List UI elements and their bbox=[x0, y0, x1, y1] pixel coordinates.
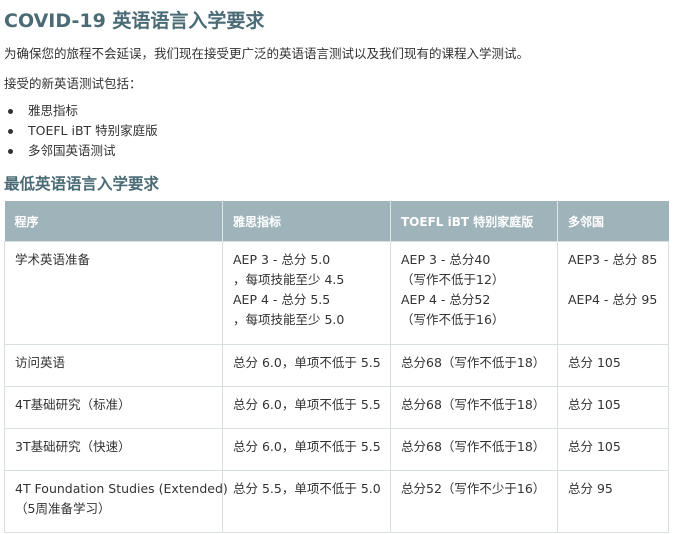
cell-text: AEP 3 - 总分40 bbox=[401, 252, 491, 267]
section-heading: 最低英语语言入学要求 bbox=[4, 175, 160, 193]
cell-text: 4T Foundation Studies (Extended) bbox=[15, 481, 228, 496]
ielts-cell: 总分 5.5，单项不低于 5.0 bbox=[222, 470, 391, 533]
header-ielts: 雅思指标 bbox=[222, 201, 391, 242]
duolingo-cell: AEP3 - 总分 85 AEP4 - 总分 95 bbox=[557, 241, 669, 345]
bullet-icon bbox=[8, 129, 13, 134]
cell-spacer bbox=[568, 270, 658, 290]
ielts-cell: AEP 3 - 总分 5.0 ，每项技能至少 4.5 AEP 4 - 总分 5.… bbox=[222, 241, 391, 345]
table-row: 访问英语 总分 6.0，单项不低于 5.5 总分68（写作不低于18） 总分 1… bbox=[4, 344, 669, 387]
cell-text: 总分68（写作不低于18） bbox=[401, 439, 546, 454]
test-name: TOEFL iBT 特别家庭版 bbox=[28, 123, 158, 138]
cell-text: ，每项技能至少 4.5 bbox=[233, 272, 345, 287]
table-header-row: 程序 雅思指标 TOEFL iBT 特别家庭版 多邻国 bbox=[4, 201, 669, 242]
cell-text: AEP 3 - 总分 5.0 bbox=[233, 252, 331, 267]
cell-text: AEP 4 - 总分 5.5 bbox=[233, 292, 331, 307]
program-cell: 3T基础研究（快速） bbox=[4, 428, 223, 471]
toefl-cell: AEP 3 - 总分40 （写作不低于12） AEP 4 - 总分52 （写作不… bbox=[390, 241, 558, 345]
duolingo-cell: 总分 95 bbox=[557, 470, 669, 533]
header-duolingo: 多邻国 bbox=[557, 201, 669, 242]
program-cell: 4T Foundation Studies (Extended) （5周准备学习… bbox=[4, 470, 228, 533]
cell-text: 4T基础研究（标准） bbox=[15, 397, 131, 412]
cell-text: 总分 105 bbox=[568, 355, 621, 370]
table-row: 3T基础研究（快速） 总分 6.0，单项不低于 5.5 总分68（写作不低于18… bbox=[4, 428, 669, 471]
cell-text: ，每项技能至少 5.0 bbox=[233, 312, 345, 327]
list-item: 多邻国英语测试 bbox=[4, 141, 158, 161]
toefl-cell: 总分68（写作不低于18） bbox=[390, 428, 558, 471]
intro-text: 为确保您的旅程不会延误，我们现在接受更广泛的英语语言测试以及我们现有的课程入学测… bbox=[4, 46, 530, 61]
cell-text: 3T基础研究（快速） bbox=[15, 439, 131, 454]
cell-text: 总分 6.0，单项不低于 5.5 bbox=[233, 397, 381, 412]
cell-text: AEP4 - 总分 95 bbox=[568, 292, 658, 307]
bullet-icon bbox=[8, 109, 13, 114]
duolingo-cell: 总分 105 bbox=[557, 344, 669, 387]
program-cell: 学术英语准备 bbox=[4, 241, 223, 345]
program-cell: 访问英语 bbox=[4, 344, 223, 387]
duolingo-cell: 总分 105 bbox=[557, 386, 669, 429]
accepted-tests-list: 雅思指标 TOEFL iBT 特别家庭版 多邻国英语测试 bbox=[4, 101, 158, 161]
test-name: 多邻国英语测试 bbox=[28, 143, 116, 158]
cell-text: 总分 5.5，单项不低于 5.0 bbox=[233, 481, 381, 496]
page-title: COVID-19 英语语言入学要求 bbox=[4, 10, 265, 32]
cell-text: 总分 105 bbox=[568, 397, 621, 412]
test-name: 雅思指标 bbox=[28, 103, 79, 118]
table-row: 4T基础研究（标准） 总分 6.0，单项不低于 5.5 总分68（写作不低于18… bbox=[4, 386, 669, 429]
cell-text: 总分 95 bbox=[568, 481, 613, 496]
list-item: TOEFL iBT 特别家庭版 bbox=[4, 121, 158, 141]
cell-text: 总分 105 bbox=[568, 439, 621, 454]
requirements-table: 程序 雅思指标 TOEFL iBT 特别家庭版 多邻国 学术英语准备 AEP 3… bbox=[4, 201, 669, 533]
bullet-icon bbox=[8, 149, 13, 154]
cell-text: （5周准备学习） bbox=[15, 501, 111, 516]
cell-text: 总分68（写作不低于18） bbox=[401, 397, 546, 412]
duolingo-cell: 总分 105 bbox=[557, 428, 669, 471]
cell-text: （写作不低于12） bbox=[401, 272, 505, 287]
toefl-cell: 总分68（写作不低于18） bbox=[390, 386, 558, 429]
table-row: 4T Foundation Studies (Extended) （5周准备学习… bbox=[4, 470, 669, 533]
accepted-tests-label: 接受的新英语测试包括： bbox=[4, 76, 142, 91]
cell-text: 总分 6.0，单项不低于 5.5 bbox=[233, 355, 381, 370]
cell-text: AEP3 - 总分 85 bbox=[568, 252, 658, 267]
program-cell: 4T基础研究（标准） bbox=[4, 386, 223, 429]
cell-text: 学术英语准备 bbox=[15, 252, 91, 267]
header-toefl: TOEFL iBT 特别家庭版 bbox=[390, 201, 558, 242]
cell-text: 总分68（写作不低于18） bbox=[401, 355, 546, 370]
toefl-cell: 总分52（写作不少于16） bbox=[390, 470, 558, 533]
ielts-cell: 总分 6.0，单项不低于 5.5 bbox=[222, 428, 391, 471]
cell-text: 总分52（写作不少于16） bbox=[401, 481, 546, 496]
table-row: 学术英语准备 AEP 3 - 总分 5.0 ，每项技能至少 4.5 AEP 4 … bbox=[4, 241, 669, 345]
cell-text: 总分 6.0，单项不低于 5.5 bbox=[233, 439, 381, 454]
cell-text: （写作不低于16） bbox=[401, 312, 505, 327]
list-item: 雅思指标 bbox=[4, 101, 158, 121]
cell-text: 访问英语 bbox=[15, 355, 66, 370]
ielts-cell: 总分 6.0，单项不低于 5.5 bbox=[222, 386, 391, 429]
header-program: 程序 bbox=[4, 201, 223, 242]
cell-text: AEP 4 - 总分52 bbox=[401, 292, 491, 307]
toefl-cell: 总分68（写作不低于18） bbox=[390, 344, 558, 387]
ielts-cell: 总分 6.0，单项不低于 5.5 bbox=[222, 344, 391, 387]
